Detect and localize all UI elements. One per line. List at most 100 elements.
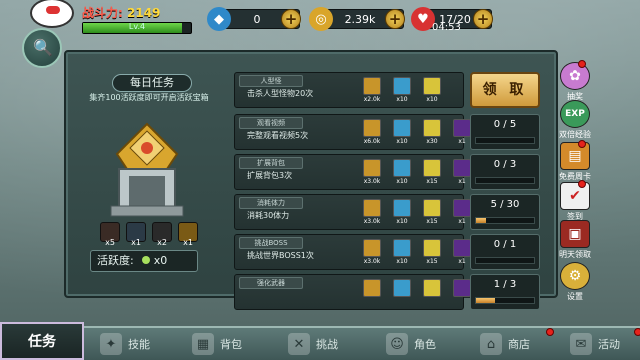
progress-bar bbox=[475, 297, 535, 304]
double-exp-button[interactable]: EXP 双倍经验 bbox=[558, 100, 592, 140]
star-icon bbox=[423, 239, 441, 257]
task-progress: 1 / 3 bbox=[470, 274, 540, 310]
diamond-count: 0 bbox=[253, 12, 261, 26]
task-tag: 观看视频 bbox=[239, 117, 303, 129]
reward-count: x10 bbox=[396, 96, 408, 103]
settings-button[interactable]: ⚙ 设置 bbox=[558, 262, 592, 302]
reward-count: x3.0k bbox=[363, 218, 381, 225]
diamond-icon: ◆ bbox=[207, 7, 231, 31]
character-icon: ☺ bbox=[386, 333, 408, 355]
backpack-icon: ▦ bbox=[192, 333, 214, 355]
task-progress: 5 / 30 bbox=[470, 194, 540, 230]
task-description: 消耗30体力 bbox=[247, 211, 290, 220]
sword-icon bbox=[453, 199, 471, 217]
task-row: 扩展背包 扩展背包3次 x3.0k x10 x15 x1 bbox=[234, 154, 471, 190]
skills-icon: ✦ bbox=[100, 333, 122, 355]
progress-bar bbox=[475, 257, 535, 264]
tab-challenge[interactable]: ✕ 挑战 bbox=[288, 330, 338, 358]
task-tag: 扩展背包 bbox=[239, 157, 303, 169]
task-description: 扩展背包3次 bbox=[247, 171, 293, 180]
progress-fill bbox=[476, 218, 486, 223]
add-diamond-button[interactable]: + bbox=[281, 9, 301, 29]
reward-scroll-count: x1 bbox=[131, 238, 141, 247]
progress-fill bbox=[476, 298, 496, 303]
reward-count: x10 bbox=[396, 258, 408, 265]
tab-backpack[interactable]: ▦ 背包 bbox=[192, 330, 242, 358]
notification-dot bbox=[578, 60, 586, 68]
notification-dot bbox=[634, 328, 640, 336]
task-description: 击杀人型怪物20次 bbox=[247, 89, 314, 98]
events-icon: ✉ bbox=[570, 333, 592, 355]
coin-icon bbox=[363, 239, 381, 257]
gem-icon bbox=[393, 159, 411, 177]
tab-tasks[interactable]: 任务 bbox=[0, 322, 84, 360]
progress-text: 0 / 1 bbox=[493, 239, 517, 250]
reward-count: x15 bbox=[426, 258, 438, 265]
coin-icon bbox=[363, 199, 381, 217]
gem-icon bbox=[393, 77, 411, 95]
progress-text: 0 / 5 bbox=[493, 119, 517, 130]
activity-icon bbox=[141, 256, 150, 264]
reward-count: x15 bbox=[426, 218, 438, 225]
task-progress: 0 / 1 bbox=[470, 234, 540, 270]
sword-icon bbox=[453, 279, 471, 297]
task-tag: 人型怪 bbox=[239, 75, 303, 87]
daily-hint: 集齐100活跃度即可开启活跃宝箱 bbox=[89, 93, 209, 102]
coin-icon bbox=[363, 77, 381, 95]
sword-icon bbox=[453, 119, 471, 137]
reward-count: x10 bbox=[396, 178, 408, 185]
tab-character[interactable]: ☺ 角色 bbox=[386, 330, 436, 358]
gear-icon: ⚙ bbox=[560, 262, 590, 290]
reward-count: x15 bbox=[426, 178, 438, 185]
claim-button[interactable]: 领 取 bbox=[470, 72, 540, 108]
task-row: 人型怪击杀人型怪物20次 x2.0k x10 x10 bbox=[234, 72, 464, 108]
task-row: 挑战BOSS 挑战世界BOSS1次 x3.0k x10 x15 x1 bbox=[234, 234, 471, 270]
tab-events[interactable]: ✉ 活动 bbox=[570, 330, 620, 358]
sword-icon bbox=[453, 159, 471, 177]
star-icon bbox=[423, 77, 441, 95]
level-text: Lv.4 bbox=[128, 22, 146, 31]
search-button[interactable] bbox=[22, 28, 62, 68]
task-description: 完整观看视频5次 bbox=[247, 131, 309, 140]
sign-in-button[interactable]: ✔ 签到 bbox=[558, 182, 592, 222]
stamina-timer: 04:53 bbox=[432, 22, 461, 33]
reward-card-count: x2 bbox=[157, 238, 167, 247]
task-tag: 消耗体力 bbox=[239, 197, 303, 209]
reward-count: x10 bbox=[396, 138, 408, 145]
tab-shop[interactable]: ⌂ 商店 bbox=[480, 330, 530, 358]
add-stamina-button[interactable]: + bbox=[473, 9, 493, 29]
lottery-icon: ✿ bbox=[560, 62, 590, 90]
lottery-button[interactable]: ✿ 抽奖 bbox=[558, 62, 592, 102]
star-icon bbox=[423, 159, 441, 177]
reward-count: x6.0k bbox=[363, 138, 381, 145]
reward-count: x10 bbox=[426, 96, 438, 103]
gold-resource: ◎ 2.39k + bbox=[309, 7, 405, 31]
gem-icon bbox=[393, 279, 411, 297]
calendar-icon: ✔ bbox=[560, 182, 590, 210]
tab-skills[interactable]: ✦ 技能 bbox=[100, 330, 150, 358]
progress-text: 1 / 3 bbox=[493, 279, 517, 290]
reward-count: x2.0k bbox=[363, 96, 381, 103]
add-gold-button[interactable]: + bbox=[385, 9, 405, 29]
progress-bar bbox=[475, 217, 535, 224]
task-progress: 0 / 5 bbox=[470, 114, 540, 150]
tomorrow-claim-button[interactable]: ▣ 明天领取 bbox=[558, 220, 592, 260]
diamond-resource: ◆ 0 + bbox=[207, 7, 301, 31]
reward-count: x3.0k bbox=[363, 178, 381, 185]
gold-coin-icon: ◎ bbox=[309, 7, 333, 31]
weekly-card-button[interactable]: ▤ 免费周卡 bbox=[558, 142, 592, 182]
sword-icon bbox=[453, 239, 471, 257]
exp-icon: EXP bbox=[560, 100, 590, 128]
gold-count: 2.39k bbox=[344, 12, 376, 26]
task-progress: 0 / 3 bbox=[470, 154, 540, 190]
task-row: 观看视频 完整观看视频5次 x6.0k x10 x30 x1 bbox=[234, 114, 471, 150]
reward-count: x3.0k bbox=[363, 258, 381, 265]
activity-chest[interactable] bbox=[97, 114, 197, 224]
reward-coin-count: x1 bbox=[183, 238, 193, 247]
gem-icon bbox=[393, 239, 411, 257]
task-row: 强化武器 bbox=[234, 274, 471, 310]
card-icon: ▤ bbox=[560, 142, 590, 170]
task-description: 挑战世界BOSS1次 bbox=[247, 251, 314, 260]
notification-dot bbox=[578, 140, 586, 148]
reward-count: x30 bbox=[426, 138, 438, 145]
